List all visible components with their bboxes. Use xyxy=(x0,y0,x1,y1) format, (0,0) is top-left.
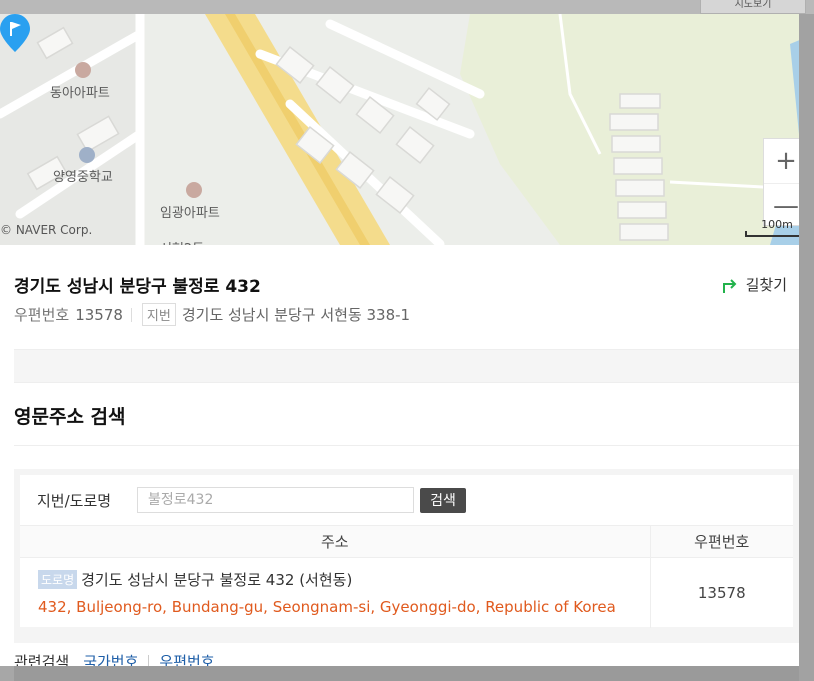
address-title: 경기도 성남시 분당구 불정로 432 xyxy=(14,277,261,297)
divider xyxy=(130,307,132,322)
map-view[interactable]: 동아아파트 양영중학교 임광아파트 서현2동 © NAVER Corp. + —… xyxy=(0,14,799,245)
map-label-school[interactable]: 양영중학교 xyxy=(53,166,113,185)
directions-label: 길찾기 xyxy=(745,276,787,294)
jibun-address: 경기도 성남시 분당구 서현동 338-1 xyxy=(181,306,411,324)
related-link-zip-code[interactable]: 우편번호 xyxy=(159,651,214,666)
korean-address: 경기도 성남시 분당구 불정로 432 (서현동) xyxy=(81,571,353,590)
title-underline xyxy=(14,445,799,446)
route-arrow-icon xyxy=(722,278,737,293)
table-header-row: 주소 우편번호 xyxy=(20,525,793,558)
result-address-cell: 도로명 경기도 성남시 분당구 불정로 432 (서현동) 432, Bulje… xyxy=(20,558,650,628)
map-label-imgwang[interactable]: 임광아파트 xyxy=(160,202,220,221)
backdrop-right-edge xyxy=(799,14,814,681)
map-label-donga[interactable]: 동아아파트 xyxy=(50,82,110,101)
map-scale-label: 100m xyxy=(761,218,793,231)
search-form: 지번/도로명 검색 xyxy=(20,475,793,525)
road-address-line: 도로명 경기도 성남시 분당구 불정로 432 (서현동) xyxy=(38,569,650,590)
zip-value: 13578 xyxy=(75,305,123,324)
school-poi-icon[interactable] xyxy=(79,147,95,163)
address-subline: 우편번호 13578 지번 경기도 성남시 분당구 서현동 338-1 xyxy=(14,303,410,326)
map-view-button[interactable]: 지도보기 xyxy=(700,0,806,14)
zip-label: 우편번호 xyxy=(14,306,70,324)
result-zip-cell: 13578 xyxy=(649,557,793,628)
header-zip: 우편번호 xyxy=(649,525,793,558)
map-label-partial: 서현2동 xyxy=(160,238,204,245)
header-address: 주소 xyxy=(20,525,650,558)
search-field-label: 지번/도로명 xyxy=(37,491,112,510)
map-scale-bar xyxy=(745,231,799,237)
zoom-in-button[interactable]: + xyxy=(764,139,799,183)
map-canvas xyxy=(0,14,799,245)
related-search: 관련검색 국가번호 우편번호 xyxy=(14,651,215,666)
road-tag: 도로명 xyxy=(38,570,78,590)
result-table: 주소 우편번호 도로명 경기도 성남시 분당구 불정로 432 (서현동) 43… xyxy=(20,525,793,628)
apartment-poi-icon[interactable] xyxy=(186,182,202,198)
jibun-tag: 지번 xyxy=(141,303,176,326)
search-input[interactable] xyxy=(137,487,414,513)
english-search-card: 지번/도로명 검색 주소 우편번호 도로명 경기도 xyxy=(20,475,793,628)
search-button[interactable]: 검색 xyxy=(420,487,466,513)
address-info: 경기도 성남시 분당구 불정로 432 우편번호 13578 지번 경기도 성남… xyxy=(14,245,799,349)
english-search-section: 지번/도로명 검색 주소 우편번호 도로명 경기도 xyxy=(14,469,799,643)
english-address: 432, Buljeong-ro, Bundang-gu, Seongnam-s… xyxy=(38,598,616,617)
map-scale: 100m xyxy=(745,219,799,237)
divider xyxy=(148,655,150,666)
map-view-button-label: 지도보기 xyxy=(734,0,772,10)
english-search-title: 영문주소 검색 xyxy=(14,406,126,428)
related-search-label: 관련검색 xyxy=(14,653,70,666)
backdrop-top-strip xyxy=(0,0,814,14)
location-pin-icon[interactable] xyxy=(0,14,30,52)
table-row: 도로명 경기도 성남시 분당구 불정로 432 (서현동) 432, Bulje… xyxy=(20,557,793,628)
related-link-country-code[interactable]: 국가번호 xyxy=(83,651,138,666)
map-copyright: © NAVER Corp. xyxy=(0,223,93,237)
directions-button[interactable]: 길찾기 xyxy=(721,274,787,295)
apartment-poi-icon[interactable] xyxy=(75,62,91,78)
zoom-control: + — xyxy=(763,138,799,226)
section-divider xyxy=(14,349,799,383)
address-panel: 동아아파트 양영중학교 임광아파트 서현2동 © NAVER Corp. + —… xyxy=(0,14,799,666)
